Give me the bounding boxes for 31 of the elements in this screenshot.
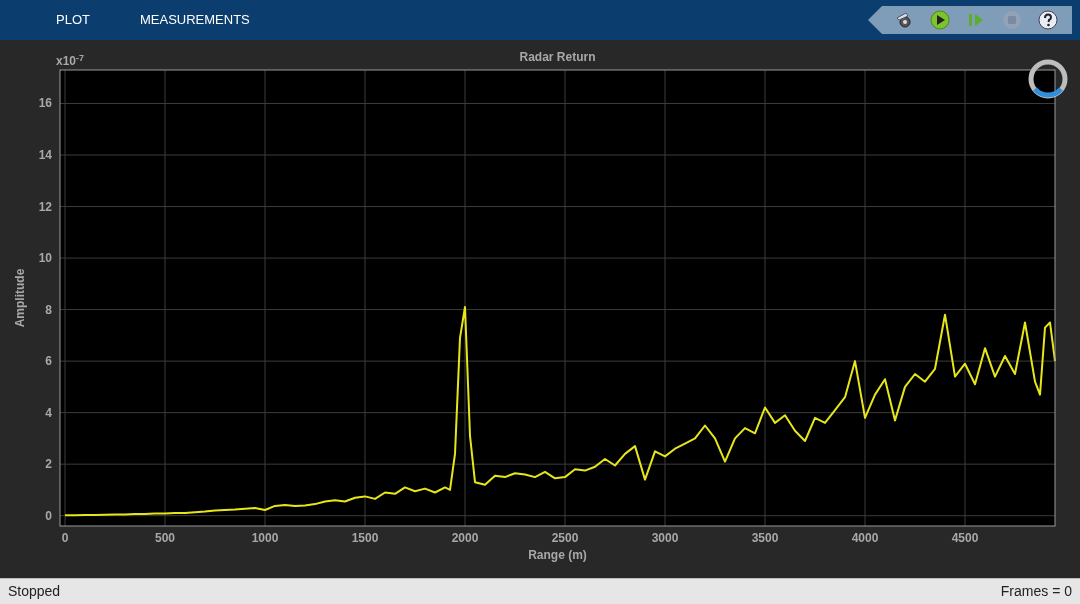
axis-tick-label: 0	[61, 531, 69, 545]
axis-tick-label: 1500	[351, 531, 379, 545]
y-axis-label: Amplitude	[13, 268, 27, 328]
axis-tick-label: 2500	[551, 531, 579, 545]
axis-exponent: x10$^{-7}$	[56, 54, 85, 68]
toolbar-tab[interactable]: PLOT	[56, 10, 90, 30]
axis-tick-label: 1000	[251, 531, 279, 545]
settings-button[interactable]	[894, 10, 914, 30]
axis-tick-label: 3500	[751, 531, 779, 545]
play-button[interactable]	[930, 10, 950, 30]
axis-tick-label: 6	[45, 354, 52, 369]
axis-tick-label: 16	[38, 96, 52, 111]
axis-tick-label: 3000	[651, 531, 679, 545]
axis-tick-label: 2000	[451, 531, 479, 545]
axis-tick-label: 8	[45, 302, 52, 317]
help-button[interactable]	[1038, 10, 1058, 30]
axis-tick-label: 500	[155, 531, 175, 545]
spinner-icon	[1026, 57, 1070, 101]
axis-tick-label: 12	[38, 199, 52, 214]
chart-title: Radar Return	[519, 50, 596, 64]
frame-count: Frames = 0	[1000, 582, 1072, 601]
axis-tick-label: 4500	[951, 531, 979, 545]
axis-tick-label: 4000	[851, 531, 879, 545]
axis-tick-label: 2	[45, 457, 52, 472]
toolbar-tab[interactable]: MEASUREMENTS	[139, 10, 250, 30]
status-text: Stopped	[8, 582, 61, 601]
axis-tick-label: 0	[45, 508, 52, 523]
axis-tick-label: 14	[38, 148, 52, 162]
x-axis-label: Range (m)	[528, 548, 587, 562]
axis-tick-label: 10	[38, 251, 52, 266]
axis-tick-label: 4	[45, 405, 52, 420]
